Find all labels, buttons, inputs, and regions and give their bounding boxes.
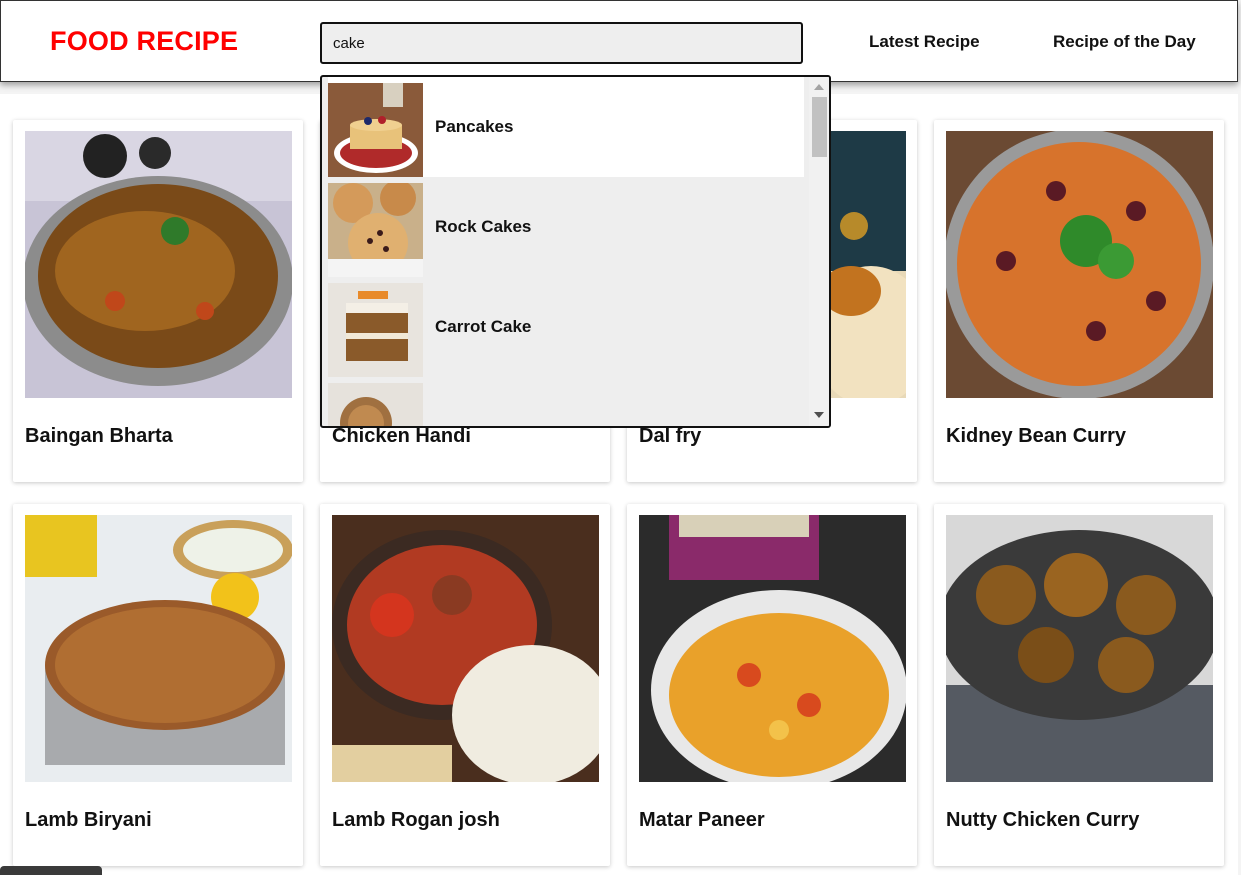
suggestion-item[interactable]: Pancakes (328, 77, 804, 177)
top-header: FOOD RECIPE Latest Recipe Recipe of the … (0, 0, 1238, 82)
site-logo[interactable]: FOOD RECIPE (50, 26, 238, 57)
suggestion-label: Pancakes (435, 117, 514, 136)
recipe-title: Baingan Bharta (25, 425, 173, 447)
recipe-card[interactable]: Kidney Bean Curry (934, 120, 1224, 482)
search-suggestions-dropdown: Pancakes Rock Cakes Carrot Cake (320, 75, 831, 428)
recipe-card[interactable]: Baingan Bharta (13, 120, 303, 482)
dropdown-scrollbar[interactable] (809, 77, 829, 426)
scroll-down-arrow-icon[interactable] (814, 412, 824, 418)
recipe-image (946, 515, 1213, 782)
recipe-title: Lamb Rogan josh (332, 809, 500, 831)
carrot-cake-thumbnail (328, 283, 423, 377)
recipe-title: Matar Paneer (639, 809, 765, 831)
suggestion-item[interactable]: Carrot Cake (328, 277, 804, 377)
recipe-title: Lamb Biryani (25, 809, 152, 831)
recipe-title: Nutty Chicken Curry (946, 809, 1140, 831)
recipe-image (25, 131, 292, 398)
recipe-card[interactable]: Nutty Chicken Curry (934, 504, 1224, 866)
suggestion-item[interactable] (328, 377, 804, 426)
nav-latest-recipe-link[interactable]: Latest Recipe (869, 32, 980, 52)
rock-cakes-thumbnail (328, 183, 423, 277)
recipe-image (332, 515, 599, 782)
recipe-title: Kidney Bean Curry (946, 425, 1127, 447)
recipe-image (639, 515, 906, 782)
status-tooltip (0, 866, 102, 875)
search-input[interactable] (320, 22, 803, 64)
nav-recipe-of-the-day-link[interactable]: Recipe of the Day (1053, 32, 1196, 52)
recipe-card[interactable]: Lamb Rogan josh (320, 504, 610, 866)
recipe-image (946, 131, 1213, 398)
pancakes-thumbnail (328, 83, 423, 177)
partially-visible-thumbnail (328, 383, 423, 426)
suggestion-label: Carrot Cake (435, 317, 532, 336)
suggestion-item[interactable]: Rock Cakes (328, 177, 804, 277)
recipe-title: Chicken Handi (332, 425, 471, 447)
scroll-up-arrow-icon[interactable] (814, 84, 824, 90)
recipe-card[interactable]: Matar Paneer (627, 504, 917, 866)
recipe-card[interactable]: Lamb Biryani (13, 504, 303, 866)
scroll-thumb[interactable] (812, 97, 827, 157)
recipe-image (25, 515, 292, 782)
recipe-title: Dal fry (639, 425, 702, 447)
suggestion-label: Rock Cakes (435, 217, 532, 236)
